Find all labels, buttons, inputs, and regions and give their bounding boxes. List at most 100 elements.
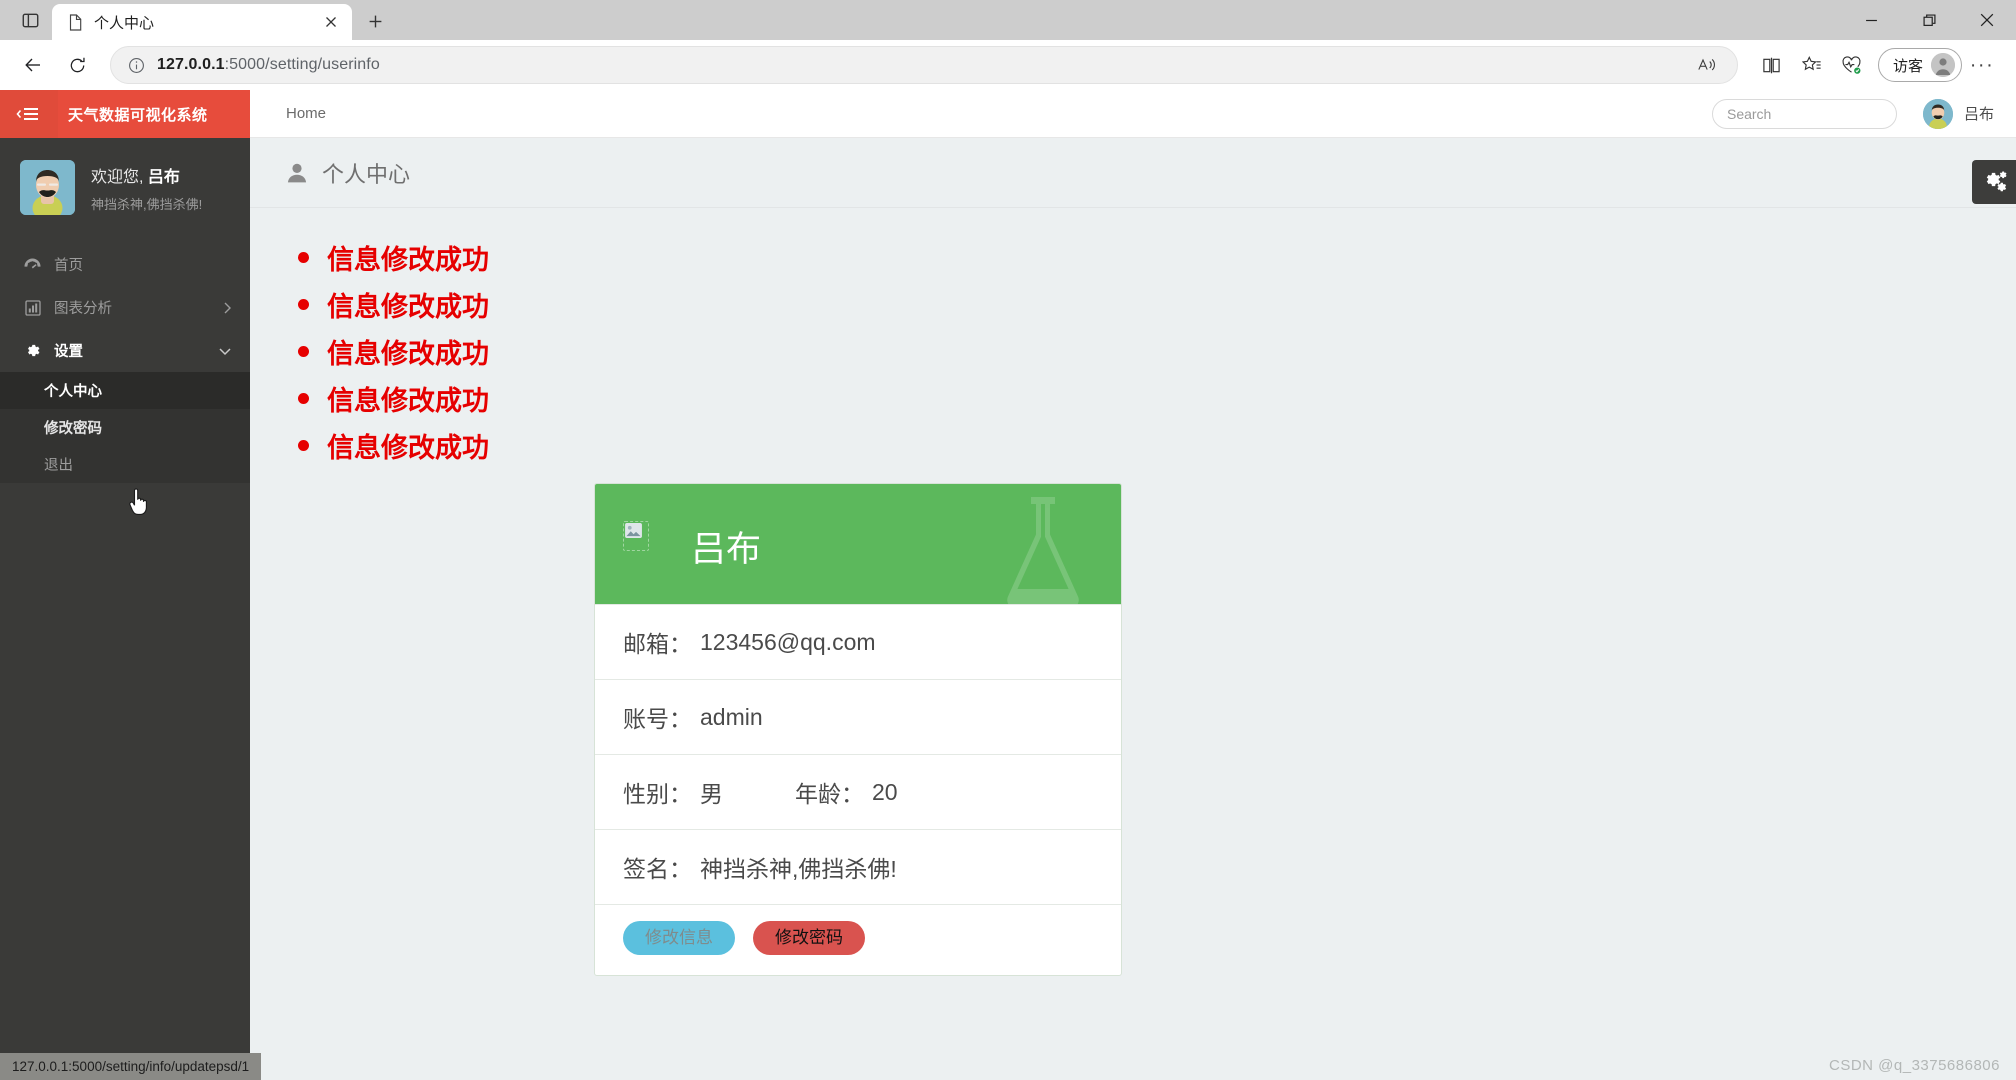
flash-message-text: 信息修改成功 bbox=[327, 379, 489, 418]
sidebar-user-meta: 欢迎您, 吕布 神挡杀神,佛挡杀佛! bbox=[91, 163, 202, 213]
minimize-icon[interactable] bbox=[1842, 0, 1900, 40]
row-label: 账号： bbox=[623, 700, 692, 734]
welcome-text: 欢迎您, 吕布 bbox=[91, 163, 202, 187]
close-icon[interactable] bbox=[320, 11, 342, 33]
profile-card-header: 吕布 bbox=[595, 484, 1121, 604]
flash-message-text: 信息修改成功 bbox=[327, 426, 489, 465]
back-arrow-icon[interactable] bbox=[14, 46, 52, 84]
flash-message: 信息修改成功 bbox=[298, 328, 2016, 375]
profile-row-email: 邮箱： 123456@qq.com bbox=[595, 604, 1121, 679]
row-label: 邮箱： bbox=[623, 625, 692, 659]
flash-message-list: 信息修改成功 信息修改成功 信息修改成功 信息修改成功 bbox=[250, 208, 2016, 469]
sidebar-subitem-userinfo[interactable]: 个人中心 bbox=[0, 372, 250, 409]
page-title-bar: 个人中心 bbox=[250, 138, 2016, 208]
edit-info-button[interactable]: 修改信息 bbox=[623, 921, 735, 955]
person-icon bbox=[1931, 53, 1955, 77]
dashboard-icon bbox=[24, 257, 41, 272]
breadcrumb[interactable]: Home bbox=[286, 105, 1712, 122]
profile-row-gender-age: 性别： 男 年龄： 20 bbox=[595, 754, 1121, 829]
window-close-icon[interactable] bbox=[1958, 0, 2016, 40]
bar-chart-icon bbox=[24, 300, 41, 316]
tab-list-icon[interactable] bbox=[8, 3, 52, 37]
sidebar-item-label: 设置 bbox=[54, 340, 205, 361]
row-value: admin bbox=[700, 704, 763, 731]
bullet-icon bbox=[298, 252, 309, 263]
profile-label: 访客 bbox=[1893, 55, 1923, 76]
sidebar-item-home[interactable]: 首页 bbox=[0, 243, 250, 286]
brand-title: 天气数据可视化系统 bbox=[58, 104, 208, 125]
search-field[interactable] bbox=[1727, 106, 1882, 122]
row-value: 男 bbox=[700, 775, 723, 809]
sidebar-menu: 首页 图表分析 bbox=[0, 243, 250, 483]
sidebar-subitem-updatepsd[interactable]: 修改密码 bbox=[0, 409, 250, 446]
flash-message-text: 信息修改成功 bbox=[327, 238, 489, 277]
profile-card-name: 吕布 bbox=[691, 521, 761, 572]
browser-navbar: 127.0.0.1:5000/setting/userinfo bbox=[0, 40, 2016, 90]
flask-icon bbox=[991, 493, 1095, 604]
more-dots-icon[interactable]: ··· bbox=[1962, 46, 2002, 84]
info-circle-icon[interactable] bbox=[125, 54, 147, 76]
collapse-menu-icon[interactable] bbox=[0, 90, 58, 138]
flash-message: 信息修改成功 bbox=[298, 375, 2016, 422]
row-value-secondary: 20 bbox=[872, 779, 898, 806]
change-password-button[interactable]: 修改密码 bbox=[753, 921, 865, 955]
user-signature: 神挡杀神,佛挡杀佛! bbox=[91, 194, 202, 213]
user-name: 吕布 bbox=[148, 169, 180, 186]
browser-window: 个人中心 bbox=[0, 0, 2016, 1080]
bullet-icon bbox=[298, 299, 309, 310]
row-value: 123456@qq.com bbox=[700, 629, 876, 656]
address-bar-url: 127.0.0.1:5000/setting/userinfo bbox=[157, 56, 1677, 74]
profile-card-actions: 修改信息 修改密码 bbox=[595, 904, 1121, 975]
header-user[interactable]: 吕布 bbox=[1923, 99, 1994, 129]
gear-icon bbox=[24, 342, 41, 359]
browser-profile-button[interactable]: 访客 bbox=[1878, 48, 1962, 82]
flash-message: 信息修改成功 bbox=[298, 234, 2016, 281]
sidebar-subitem-logout[interactable]: 退出 bbox=[0, 446, 250, 483]
row-label: 性别： bbox=[623, 775, 692, 809]
bullet-icon bbox=[298, 346, 309, 357]
address-bar[interactable]: 127.0.0.1:5000/setting/userinfo bbox=[110, 46, 1738, 84]
read-aloud-icon[interactable] bbox=[1687, 46, 1727, 84]
sidebar-brand: 天气数据可视化系统 bbox=[0, 90, 250, 138]
user-avatar bbox=[20, 160, 75, 215]
profile-row-signature: 签名： 神挡杀神,佛挡杀佛! bbox=[595, 829, 1121, 904]
page-title: 个人中心 bbox=[322, 157, 410, 189]
person-icon bbox=[286, 162, 308, 184]
gears-settings-icon[interactable] bbox=[1972, 160, 2016, 204]
reload-icon[interactable] bbox=[58, 46, 96, 84]
restore-icon[interactable] bbox=[1900, 0, 1958, 40]
browser-tabstrip: 个人中心 bbox=[0, 0, 2016, 40]
header-user-name: 吕布 bbox=[1964, 103, 1994, 124]
search-input[interactable] bbox=[1712, 99, 1897, 129]
flash-message: 信息修改成功 bbox=[298, 281, 2016, 328]
main-content: Home 吕布 bbox=[250, 90, 2016, 1080]
watermark: CSDN @q_3375686806 bbox=[1829, 1057, 2000, 1074]
sidebar-filler bbox=[0, 483, 250, 1080]
status-bar-link: 127.0.0.1:5000/setting/info/updatepsd/1 bbox=[0, 1053, 261, 1080]
chevron-down-icon bbox=[218, 346, 232, 356]
flash-message-text: 信息修改成功 bbox=[327, 285, 489, 324]
sidebar-item-chart-analysis[interactable]: 图表分析 bbox=[0, 286, 250, 329]
row-label-secondary: 年龄： bbox=[795, 775, 864, 809]
plus-icon[interactable] bbox=[358, 4, 392, 38]
window-controls bbox=[1842, 0, 2016, 40]
sidebar-item-settings[interactable]: 设置 bbox=[0, 329, 250, 372]
sidebar-item-label: 首页 bbox=[54, 254, 219, 275]
sidebar-user-panel: 欢迎您, 吕布 神挡杀神,佛挡杀佛! bbox=[0, 138, 250, 233]
split-screen-icon[interactable] bbox=[1752, 46, 1792, 84]
sidebar-item-label: 图表分析 bbox=[54, 297, 209, 318]
collections-heart-icon[interactable] bbox=[1832, 46, 1872, 84]
page-icon bbox=[66, 13, 84, 31]
app-header: Home 吕布 bbox=[250, 90, 2016, 138]
bullet-icon bbox=[298, 440, 309, 451]
url-host: 127.0.0.1 bbox=[157, 56, 225, 73]
browser-tab[interactable]: 个人中心 bbox=[52, 4, 352, 40]
chevron-right-icon bbox=[222, 301, 232, 315]
broken-image-icon bbox=[623, 521, 649, 551]
sidebar-submenu-settings: 个人中心 修改密码 退出 bbox=[0, 372, 250, 483]
profile-card: 吕布 邮箱： 123456@qq.com 账号： admin bbox=[594, 483, 1122, 976]
favorites-star-icon[interactable] bbox=[1792, 46, 1832, 84]
bullet-icon bbox=[298, 393, 309, 404]
url-path: :5000/setting/userinfo bbox=[225, 56, 380, 73]
flash-message: 信息修改成功 bbox=[298, 422, 2016, 469]
